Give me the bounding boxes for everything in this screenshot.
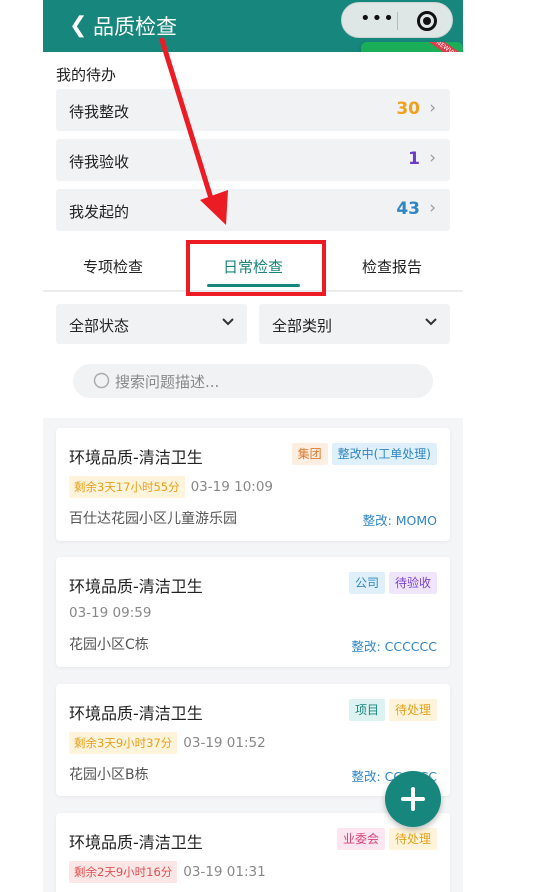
status-dropdown-value: 全部状态: [69, 317, 130, 335]
inspection-card[interactable]: 环境品质-清洁卫生 业委会 待处理 剩余2天9小时16分 03-19 01:31: [56, 813, 450, 892]
card-title: 环境品质-清洁卫生: [69, 577, 203, 596]
card-meta: 03-19 09:59: [69, 605, 151, 621]
card-title: 环境品质-清洁卫生: [69, 833, 203, 852]
more-dots-icon[interactable]: •••: [360, 8, 395, 29]
remaining-time-badge: 剩余3天9小时37分: [69, 732, 178, 754]
search-placeholder: 搜索问题描述...: [115, 373, 220, 391]
status-tag: 整改中(工单处理): [331, 443, 437, 465]
todo-item-count: 30: [396, 99, 420, 119]
card-location: 百仕达花园小区儿童游乐园: [69, 511, 237, 527]
card-owner: 整改: CCCCCC: [351, 639, 437, 654]
capsule-divider: [397, 12, 398, 30]
card-owner: 整改: MOMO: [362, 513, 437, 528]
inspection-card[interactable]: 环境品质-清洁卫生 项目 待处理 剩余3天9小时37分 03-19 01:52 …: [56, 684, 450, 796]
inspection-card[interactable]: 环境品质-清洁卫生 集团 整改中(工单处理) 剩余3天17小时55分 03-19…: [56, 428, 450, 541]
card-time: 03-19 01:31: [183, 864, 266, 880]
todo-item-initiated[interactable]: 我发起的 43 ›: [56, 189, 450, 231]
status-tag: 待处理: [388, 828, 437, 850]
todo-item-label: 待我整改: [69, 103, 130, 121]
card-location: 花园小区B栋: [69, 767, 149, 783]
chevron-right-icon: ›: [429, 98, 436, 118]
todo-item-accept[interactable]: 待我验收 1 ›: [56, 139, 450, 181]
category-dropdown[interactable]: 全部类别: [259, 304, 450, 344]
level-tag: 业委会: [336, 828, 385, 850]
todo-panel: 我的待办 待我整改 30 › 待我验收 1 › 我发起的 43 ›: [43, 52, 463, 240]
inspection-card[interactable]: 环境品质-清洁卫生 公司 待验收 03-19 09:59 花园小区C栋 整改: …: [56, 557, 450, 667]
card-tags: 业委会 待处理: [336, 828, 437, 850]
todo-item-count: 43: [396, 199, 420, 219]
tab-check-report[interactable]: 检查报告: [362, 256, 422, 277]
remaining-time-badge: 剩余2天9小时16分: [69, 861, 178, 883]
card-title: 环境品质-清洁卫生: [69, 448, 203, 467]
chevron-right-icon: ›: [429, 198, 436, 218]
level-tag: 公司: [348, 572, 385, 594]
card-meta: 剩余2天9小时16分 03-19 01:31: [69, 861, 266, 883]
todo-item-rectify[interactable]: 待我整改 30 ›: [56, 89, 450, 131]
target-circle-icon[interactable]: [417, 11, 437, 31]
todo-item-count: 1: [408, 149, 420, 169]
status-dropdown[interactable]: 全部状态: [56, 304, 247, 344]
card-tags: 集团 整改中(工单处理): [291, 443, 437, 465]
status-tag: 待处理: [388, 699, 437, 721]
status-tag: 待验收: [388, 572, 437, 594]
phone-screen: ❮ 品质检查 ••• vConsole NEWVIEW 我的待办 待我整改 30…: [43, 0, 463, 892]
chevron-left-icon[interactable]: ❮: [69, 13, 87, 39]
todo-title: 我的待办: [56, 66, 117, 84]
todo-item-label: 我发起的: [69, 203, 130, 221]
search-input[interactable]: 搜索问题描述...: [73, 364, 433, 398]
card-tags: 项目 待处理: [348, 699, 437, 721]
search-icon: [93, 372, 110, 389]
level-tag: 集团: [291, 443, 328, 465]
card-title: 环境品质-清洁卫生: [69, 704, 203, 723]
card-tags: 公司 待验收: [348, 572, 437, 594]
chevron-right-icon: ›: [429, 148, 436, 168]
level-tag: 项目: [348, 699, 385, 721]
chevron-down-icon: [222, 318, 234, 326]
add-inspection-button[interactable]: [385, 771, 441, 827]
remaining-time-badge: 剩余3天17小时55分: [69, 476, 185, 498]
card-meta: 剩余3天9小时37分 03-19 01:52: [69, 732, 266, 754]
card-time: 03-19 09:59: [69, 605, 152, 621]
page-title: 品质检查: [93, 15, 177, 39]
card-location: 花园小区C栋: [69, 637, 149, 653]
mini-program-capsule: •••: [341, 2, 453, 38]
annotation-highlight-box: [186, 240, 326, 296]
tab-special-check[interactable]: 专项检查: [83, 256, 143, 277]
card-time: 03-19 10:09: [190, 479, 274, 495]
filter-panel: 全部状态 全部类别 搜索问题描述...: [43, 292, 463, 418]
chevron-down-icon: [425, 318, 437, 326]
card-time: 03-19 01:52: [183, 735, 266, 751]
card-meta: 剩余3天17小时55分 03-19 10:09: [69, 476, 273, 498]
todo-item-label: 待我验收: [69, 153, 130, 171]
category-dropdown-value: 全部类别: [272, 317, 333, 335]
